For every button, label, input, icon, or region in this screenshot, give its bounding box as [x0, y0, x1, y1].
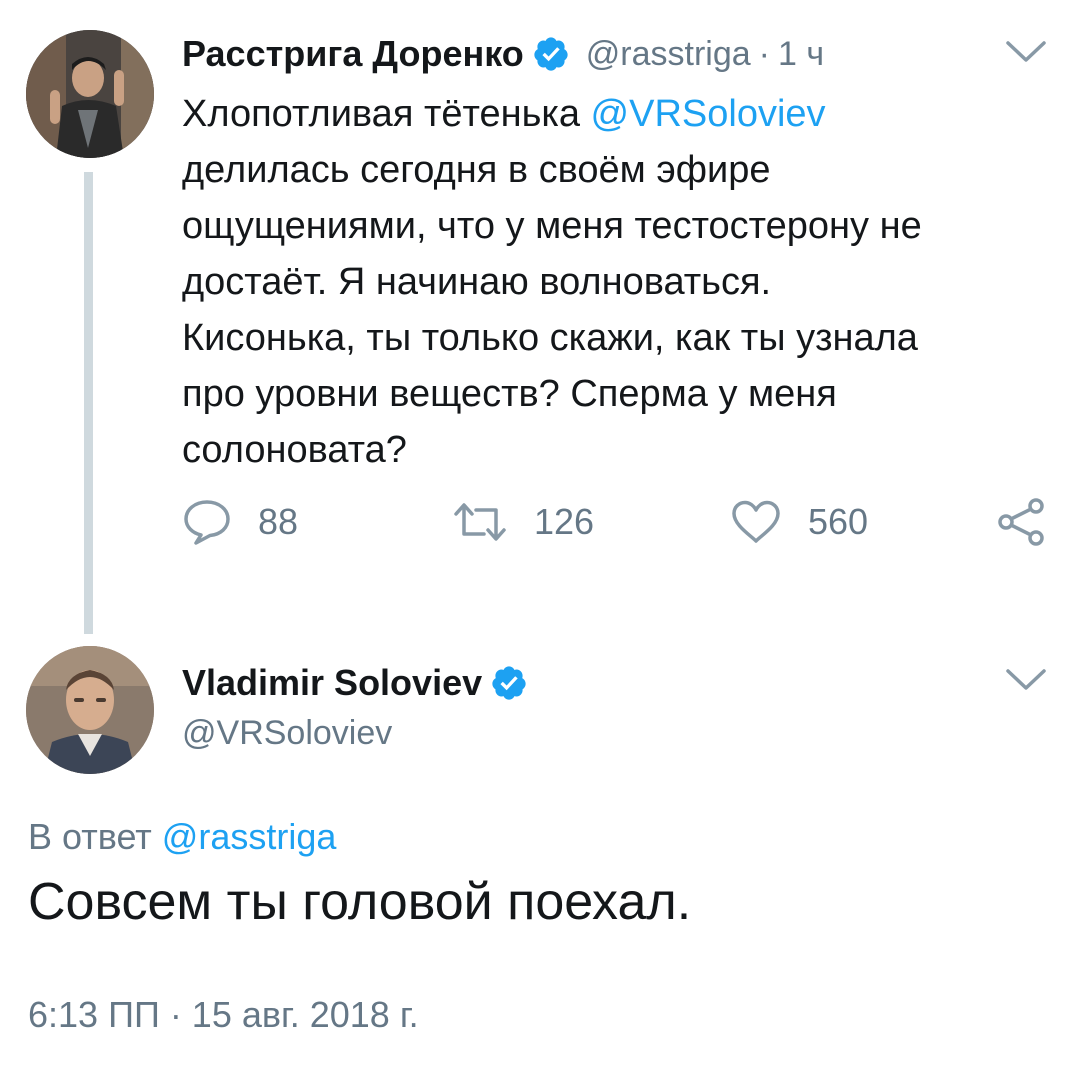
author-display-name[interactable]: Vladimir Soloviev — [182, 662, 482, 704]
avatar-rasstriga[interactable] — [26, 30, 154, 158]
mention-link[interactable]: @VRSoloviev — [591, 93, 826, 135]
main-tweet-header: Vladimir Soloviev — [182, 660, 528, 706]
separator-dot: · — [758, 34, 770, 73]
tweet-timestamp[interactable]: 6:13 ПП · 15 авг. 2018 г. — [28, 994, 419, 1036]
tweet-text-line: про уровни веществ? Сперма у меня — [182, 373, 837, 415]
reply-button[interactable]: 88 — [182, 494, 298, 550]
tweet-time[interactable]: 1 ч — [778, 35, 824, 74]
share-icon — [998, 498, 1044, 546]
author-handle[interactable]: @VRSoloviev — [182, 714, 392, 753]
author-handle[interactable]: @rasstriga — [586, 35, 751, 74]
parent-tweet-text: Хлопотливая тётенька @VRSoloviev делилас… — [182, 86, 1042, 478]
reply-prefix: В ответ — [28, 816, 162, 857]
share-button[interactable] — [996, 494, 1048, 550]
heart-icon — [732, 500, 780, 543]
chevron-down-icon[interactable] — [1004, 666, 1048, 694]
like-count: 560 — [808, 501, 869, 542]
tweet-text-line: ощущениями, что у меня тестостерону не — [182, 205, 922, 247]
tweet-text-line: достаёт. Я начинаю волноваться. — [182, 261, 772, 303]
reply-context: В ответ @rasstriga — [28, 816, 336, 858]
like-button[interactable]: 560 — [730, 494, 868, 550]
main-tweet-text: Совсем ты головой поехал. — [28, 873, 692, 931]
tweet-text-line: Хлопотливая тётенька @VRSoloviev — [182, 93, 826, 135]
chevron-down-icon[interactable] — [1004, 38, 1048, 66]
tweet-action-bar: 88 126 560 — [182, 494, 1062, 550]
verified-badge-icon — [532, 35, 570, 73]
retweet-icon — [454, 503, 506, 541]
verified-badge-icon — [490, 664, 528, 702]
thread-connector-line — [84, 172, 93, 634]
retweet-count: 126 — [534, 501, 595, 542]
parent-tweet-header: Расстрига Доренко @rasstriga · 1 ч — [182, 30, 824, 78]
avatar-vrsoloviev[interactable] — [26, 646, 154, 774]
reply-count: 88 — [258, 501, 299, 542]
tweet-text-line: делилась сегодня в своём эфире — [182, 149, 771, 191]
author-display-name[interactable]: Расстрига Доренко — [182, 33, 524, 75]
reply-to-mention[interactable]: @rasstriga — [162, 816, 337, 857]
tweet-text-line: Кисонька, ты только скажи, как ты узнала — [182, 317, 918, 359]
tweet-text-line: солоновата? — [182, 429, 407, 471]
retweet-button[interactable]: 126 — [452, 494, 594, 550]
reply-icon — [184, 500, 230, 545]
